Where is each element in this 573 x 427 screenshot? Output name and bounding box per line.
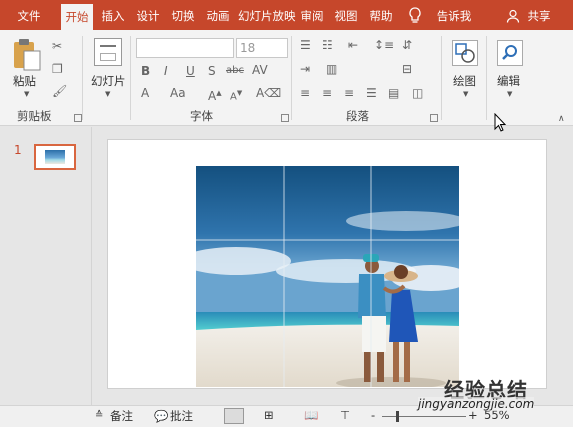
zoom-slider-thumb[interactable] xyxy=(396,411,399,422)
tab-view[interactable]: 视图 xyxy=(331,0,361,30)
divider xyxy=(291,36,292,120)
person-icon xyxy=(506,9,520,23)
font-group-label: 字体 xyxy=(190,109,213,123)
font-name-input[interactable] xyxy=(136,38,234,58)
paragraph-launcher-icon[interactable] xyxy=(430,114,438,122)
shadow-icon[interactable]: S xyxy=(208,64,216,78)
clipboard-group-label: 剪贴板 xyxy=(17,109,52,123)
copy-icon[interactable]: ❐ xyxy=(52,62,63,76)
search-icon[interactable] xyxy=(497,40,523,66)
comments-button[interactable]: 批注 xyxy=(170,408,193,424)
editing-dropdown-icon[interactable]: ▼ xyxy=(507,90,512,98)
text-direction-icon[interactable]: ⇵ xyxy=(402,38,412,52)
collapse-ribbon-icon[interactable]: ∧ xyxy=(558,114,565,124)
cut-icon[interactable]: ✂ xyxy=(52,39,62,53)
notes-button[interactable]: 备注 xyxy=(110,408,133,424)
normal-view-icon[interactable] xyxy=(224,408,244,424)
editing-label[interactable]: 编辑 xyxy=(497,73,520,89)
align-right-icon[interactable]: ≡ xyxy=(344,86,354,100)
increase-font-icon[interactable]: A▲ xyxy=(208,86,222,103)
zoom-out-icon[interactable]: - xyxy=(371,408,375,422)
ribbon: 粘贴 ▼ ✂ ❐ 🖌 剪贴板 幻灯片 ▼ 18 B I U S abc AV A… xyxy=(0,30,573,126)
tab-help[interactable]: 帮助 xyxy=(366,0,396,30)
slide-thumbnail[interactable] xyxy=(34,144,76,170)
tab-transitions[interactable]: 切换 xyxy=(168,0,198,30)
zoom-slider[interactable] xyxy=(382,411,466,422)
drawing-dropdown-icon[interactable]: ▼ xyxy=(463,90,468,98)
paste-icon[interactable] xyxy=(12,38,42,72)
ribbon-tab-bar: 文件 开始 插入 设计 切换 动画 幻灯片放映 审阅 视图 帮助 告诉我 共享 xyxy=(0,0,573,30)
font-launcher-icon[interactable] xyxy=(281,114,289,122)
change-case-icon[interactable]: Aa xyxy=(170,86,186,100)
font-size-value: 18 xyxy=(240,41,256,55)
tab-home[interactable]: 开始 xyxy=(61,4,93,30)
drawing-label[interactable]: 绘图 xyxy=(453,73,476,89)
slide-sorter-view-icon[interactable]: ⊞ xyxy=(264,408,274,422)
justify-icon[interactable]: ☰ xyxy=(366,86,377,100)
align-left-icon[interactable]: ≡ xyxy=(300,86,310,100)
tell-me-search[interactable]: 告诉我 xyxy=(434,0,474,30)
decrease-indent-icon[interactable]: ⇤ xyxy=(348,38,358,52)
font-size-input[interactable]: 18 xyxy=(236,38,288,58)
underline-icon[interactable]: U xyxy=(186,64,195,78)
italic-icon[interactable]: I xyxy=(164,64,168,78)
tab-review[interactable]: 审阅 xyxy=(298,0,326,30)
tab-animations[interactable]: 动画 xyxy=(203,0,233,30)
clear-formatting-icon[interactable]: A⌫ xyxy=(256,86,281,100)
reading-view-icon[interactable]: 📖 xyxy=(304,408,318,422)
paste-label[interactable]: 粘贴 xyxy=(13,73,36,89)
paragraph-group-label: 段落 xyxy=(346,109,369,123)
strikethrough-icon[interactable]: abc xyxy=(226,64,244,78)
beach-photo[interactable] xyxy=(196,166,459,387)
tab-file[interactable]: 文件 xyxy=(14,0,44,30)
numbering-icon[interactable]: ☷ xyxy=(322,38,333,52)
divider xyxy=(82,36,83,120)
notes-icon[interactable]: ≙ xyxy=(95,410,103,421)
share-button[interactable]: 共享 xyxy=(524,0,554,30)
character-spacing-icon[interactable]: AV xyxy=(252,63,268,77)
tab-design[interactable]: 设计 xyxy=(133,0,163,30)
slideshow-view-icon[interactable]: ⊤ xyxy=(340,408,350,422)
new-slide-label[interactable]: 幻灯片 xyxy=(91,73,126,89)
bullets-icon[interactable]: ☰ xyxy=(300,38,311,52)
bold-icon[interactable]: B xyxy=(141,64,150,78)
slide-number: 1 xyxy=(14,143,22,157)
smartart-icon[interactable]: ◫ xyxy=(412,86,423,100)
new-slide-dropdown-icon[interactable]: ▼ xyxy=(105,90,110,98)
paste-dropdown-icon[interactable]: ▼ xyxy=(24,90,29,98)
thumbnail-image xyxy=(45,150,65,164)
increase-indent-icon[interactable]: ⇥ xyxy=(300,62,310,76)
divider xyxy=(130,36,131,120)
align-text-icon[interactable]: ⊟ xyxy=(402,62,412,76)
divider xyxy=(486,36,487,120)
font-color-icon[interactable]: A xyxy=(141,86,149,100)
tab-slideshow[interactable]: 幻灯片放映 xyxy=(238,0,296,30)
watermark-url: jingyanzongjie.com xyxy=(418,397,535,411)
new-slide-icon[interactable] xyxy=(94,38,122,66)
mouse-cursor-icon xyxy=(494,112,508,133)
comments-icon[interactable]: 💬 xyxy=(154,409,168,423)
slide-thumbnail-pane: 1 xyxy=(0,127,92,405)
drawing-icon[interactable] xyxy=(452,40,478,66)
align-center-icon[interactable]: ≡ xyxy=(322,86,332,100)
tab-insert[interactable]: 插入 xyxy=(98,0,128,30)
columns-icon[interactable]: ▥ xyxy=(326,62,337,76)
decrease-font-icon[interactable]: A▼ xyxy=(230,86,242,104)
line-spacing-icon[interactable]: ↕≡ xyxy=(374,38,394,52)
distributed-icon[interactable]: ▤ xyxy=(388,86,399,100)
lightbulb-icon[interactable] xyxy=(408,7,422,25)
clipboard-launcher-icon[interactable] xyxy=(74,114,82,122)
format-painter-icon[interactable]: 🖌 xyxy=(52,84,67,98)
divider xyxy=(441,36,442,120)
